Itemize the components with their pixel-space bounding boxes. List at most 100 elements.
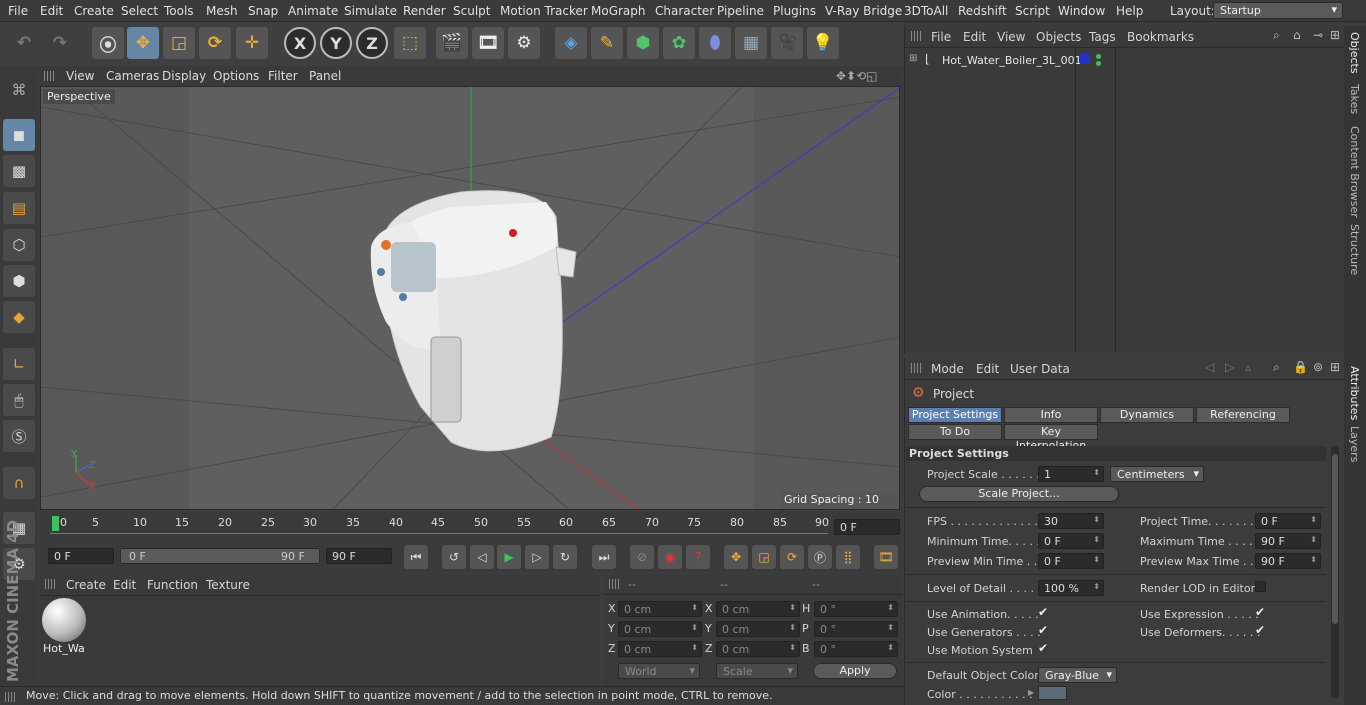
- size-z-field[interactable]: 0 cm: [716, 641, 800, 657]
- play-icon[interactable]: ▶: [497, 545, 521, 569]
- polygons-mode-icon[interactable]: ◆: [3, 301, 35, 333]
- preview-min-field[interactable]: 0 F: [1038, 553, 1104, 569]
- fps-field[interactable]: 30: [1038, 513, 1104, 529]
- viewport-menu-filter[interactable]: Filter: [268, 69, 298, 83]
- redo-icon[interactable]: ↷: [44, 27, 76, 59]
- menu-simulate[interactable]: Simulate: [344, 4, 397, 18]
- key-parameter-icon[interactable]: Ⓟ: [808, 545, 832, 569]
- tweak-mode-icon[interactable]: 🖱: [3, 384, 35, 416]
- up-arrow-icon[interactable]: ▵: [1245, 360, 1251, 374]
- material-menu-function[interactable]: Function: [147, 578, 198, 592]
- edges-mode-icon[interactable]: ⬢: [3, 265, 35, 297]
- menu-mesh[interactable]: Mesh: [206, 4, 238, 18]
- home-icon[interactable]: ⌂: [1293, 28, 1301, 42]
- coordinate-space-dropdown[interactable]: World: [618, 663, 700, 679]
- axis-mode-icon[interactable]: ∟: [3, 348, 35, 380]
- scale-tool-icon[interactable]: ◲: [163, 27, 195, 59]
- menu-edit[interactable]: Edit: [40, 4, 63, 18]
- lod-field[interactable]: 100 %: [1038, 580, 1104, 596]
- menu-select[interactable]: Select: [121, 4, 158, 18]
- apply-button[interactable]: Apply: [813, 663, 897, 679]
- pen-spline-icon[interactable]: ✎: [591, 27, 623, 59]
- objects-menu-view[interactable]: View: [997, 30, 1025, 44]
- menu-file[interactable]: File: [8, 4, 28, 18]
- auto-key-icon[interactable]: ◉: [658, 545, 682, 569]
- settings-icon[interactable]: ⊚: [1313, 360, 1323, 374]
- use-motion-checkbox[interactable]: ✔: [1038, 642, 1050, 655]
- new-panel-icon[interactable]: ⊞: [1330, 28, 1340, 42]
- new-panel-icon[interactable]: ⊞: [1330, 360, 1340, 374]
- light-icon[interactable]: 💡: [807, 27, 839, 59]
- scale-project-button[interactable]: Scale Project...: [919, 486, 1119, 502]
- object-tree-item[interactable]: Hot_Water_Boiler_3L_001: [942, 54, 1082, 67]
- current-frame-field[interactable]: 0 F: [834, 519, 900, 535]
- menu-snap[interactable]: Snap: [248, 4, 278, 18]
- start-frame-field[interactable]: 0 F: [48, 548, 114, 564]
- viewport-menu-panel[interactable]: Panel: [309, 69, 341, 83]
- preview-max-field[interactable]: 90 F: [1255, 553, 1321, 569]
- end-frame-field[interactable]: 90 F: [326, 548, 392, 564]
- next-key-icon[interactable]: ↻: [553, 545, 577, 569]
- magnet-icon[interactable]: ∩: [3, 467, 35, 499]
- menu-script[interactable]: Script: [1015, 4, 1050, 18]
- record-keys-icon[interactable]: ⊘: [630, 545, 654, 569]
- timeline-window-icon[interactable]: 🎞: [874, 545, 898, 569]
- project-scale-unit-dropdown[interactable]: Centimeters: [1110, 466, 1204, 482]
- undo-icon[interactable]: ↶: [8, 27, 40, 59]
- key-rotation-icon[interactable]: ⟳: [780, 545, 804, 569]
- go-to-start-icon[interactable]: ⏮: [404, 545, 428, 569]
- attr-menu-mode[interactable]: Mode: [931, 362, 964, 376]
- camera-icon[interactable]: 🎥: [771, 27, 803, 59]
- workplane-icon[interactable]: ▤: [3, 192, 35, 224]
- go-to-end-icon[interactable]: ⏭: [592, 545, 616, 569]
- objects-menu-bookmarks[interactable]: Bookmarks: [1127, 30, 1194, 44]
- rotation-h-field[interactable]: 0 °: [814, 601, 898, 617]
- render-visibility-dot[interactable]: [1096, 61, 1101, 66]
- move-tool-icon[interactable]: ✥: [127, 27, 159, 59]
- tab-objects[interactable]: Objects: [1348, 32, 1361, 74]
- deformer-icon[interactable]: ⬮: [699, 27, 731, 59]
- texture-mode-icon[interactable]: ▩: [3, 155, 35, 187]
- menu-plugins[interactable]: Plugins: [773, 4, 816, 18]
- tab-attributes[interactable]: Attributes: [1348, 366, 1361, 420]
- viewport-menu-options[interactable]: Options: [213, 69, 259, 83]
- objects-menu-file[interactable]: File: [931, 30, 951, 44]
- cube-primitive-icon[interactable]: ◈: [555, 27, 587, 59]
- menu-help[interactable]: Help: [1116, 4, 1143, 18]
- position-x-field[interactable]: 0 cm: [618, 601, 702, 617]
- keyframe-selection-icon[interactable]: ?: [686, 545, 710, 569]
- position-z-field[interactable]: 0 cm: [618, 641, 702, 657]
- link-icon[interactable]: ⊸: [1313, 28, 1323, 42]
- viewport-nav-icon[interactable]: ✥⬍⟲◱: [836, 69, 878, 83]
- menu-pipeline[interactable]: Pipeline: [717, 4, 764, 18]
- points-mode-icon[interactable]: ⬡: [3, 229, 35, 261]
- scrollbar-thumb[interactable]: [1332, 454, 1338, 624]
- menu-render[interactable]: Render: [403, 4, 446, 18]
- layer-color-swatch[interactable]: [1080, 54, 1090, 64]
- array-icon[interactable]: ✿: [663, 27, 695, 59]
- menu-create[interactable]: Create: [74, 4, 114, 18]
- coordinate-system-icon[interactable]: ⬚: [394, 27, 426, 59]
- tab-project-settings[interactable]: Project Settings: [908, 407, 1002, 423]
- size-y-field[interactable]: 0 cm: [716, 621, 800, 637]
- use-animation-checkbox[interactable]: ✔: [1038, 606, 1050, 619]
- rotation-p-field[interactable]: 0 °: [814, 621, 898, 637]
- color-swatch[interactable]: [1038, 686, 1067, 700]
- back-arrow-icon[interactable]: ◁: [1205, 360, 1214, 374]
- menu-vray-bridge[interactable]: V-Ray Bridge: [825, 4, 902, 18]
- z-axis-lock-button[interactable]: Z: [356, 27, 388, 59]
- material-thumbnail[interactable]: [42, 598, 86, 642]
- previous-frame-icon[interactable]: ◁: [470, 545, 494, 569]
- menu-mograph[interactable]: MoGraph: [591, 4, 646, 18]
- snapping-icon[interactable]: Ⓢ: [3, 420, 35, 452]
- expand-arrow-icon[interactable]: ▶: [1028, 688, 1034, 697]
- render-view-icon[interactable]: 🎬: [436, 27, 468, 59]
- use-deformers-checkbox[interactable]: ✔: [1255, 624, 1267, 637]
- size-x-field[interactable]: 0 cm: [716, 601, 800, 617]
- subdivision-icon[interactable]: ⬢: [627, 27, 659, 59]
- transform-tool-icon[interactable]: ✛: [236, 27, 268, 59]
- attr-menu-edit[interactable]: Edit: [976, 362, 999, 376]
- viewport-menu-display[interactable]: Display: [162, 69, 206, 83]
- menu-motion-tracker[interactable]: Motion Tracker: [500, 4, 588, 18]
- menu-3dtoall[interactable]: 3DToAll: [904, 4, 948, 18]
